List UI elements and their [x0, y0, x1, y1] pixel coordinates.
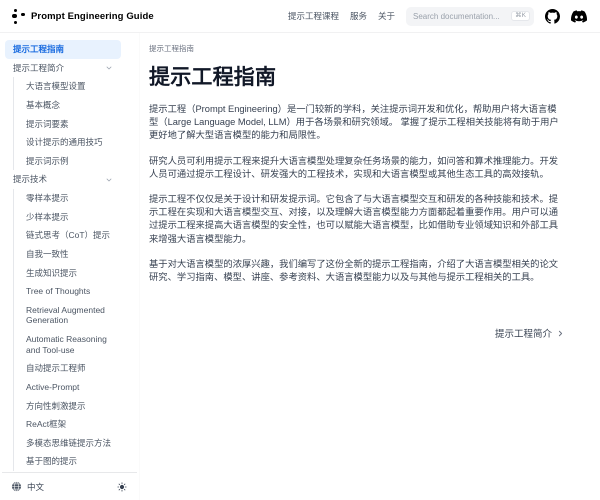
sidebar-item[interactable]: 自我一致性: [18, 245, 121, 264]
app-window: Prompt Engineering Guide 提示工程课程 服务 关于 ⌘K: [0, 0, 600, 500]
sidebar-item[interactable]: 方向性刺激提示: [18, 397, 121, 416]
sidebar-item[interactable]: 生成知识提示: [18, 264, 121, 283]
page-title: 提示工程指南: [149, 61, 565, 91]
sidebar-sublist-techniques: 零样本提示 少样本提示 链式思考（CoT）提示 自我一致性 生成知识提示 Tre…: [13, 189, 121, 471]
next-page-link[interactable]: 提示工程简介: [495, 326, 565, 340]
top-navbar: Prompt Engineering Guide 提示工程课程 服务 关于 ⌘K: [0, 0, 600, 33]
sidebar-folder-techniques[interactable]: 提示技术: [5, 170, 121, 189]
intro-paragraph-3: 提示工程不仅仅是关于设计和研发提示词。它包含了与大语言模型交互和研发的各种技能和…: [149, 193, 565, 246]
sidebar-item[interactable]: 链式思考（CoT）提示: [18, 226, 121, 245]
sidebar-item[interactable]: Automatic Reasoning and Tool-use: [18, 330, 121, 359]
intro-paragraph-1: 提示工程（Prompt Engineering）是一门较新的学科，关注提示词开发…: [149, 103, 565, 143]
sidebar-item[interactable]: ReAct框架: [18, 415, 121, 434]
sidebar-item[interactable]: 基本概念: [18, 96, 121, 115]
sidebar-folder-label: 提示工程简介: [13, 63, 64, 74]
sidebar-sublist-intro: 大语言模型设置 基本概念 提示词要素 设计提示的通用技巧 提示词示例: [13, 77, 121, 170]
sidebar-folder-label: 提示技术: [13, 174, 47, 185]
header-actions: 提示工程课程 服务 关于 ⌘K: [288, 7, 587, 26]
sidebar-item[interactable]: Tree of Thoughts: [18, 282, 121, 301]
nav-link-about[interactable]: 关于: [378, 10, 395, 22]
github-icon[interactable]: [545, 9, 560, 24]
sidebar-item[interactable]: Retrieval Augmented Generation: [18, 301, 121, 330]
intro-paragraph-4: 基于对大语言模型的浓厚兴趣，我们编写了这份全新的提示工程指南，介绍了大语言模型相…: [149, 258, 565, 284]
discord-icon[interactable]: [571, 10, 587, 23]
sidebar: 提示工程指南 提示工程简介 大语言模型设置 基本概念 提示词要素 设计提示的通用…: [0, 33, 140, 500]
logo-dots-icon: [12, 9, 25, 24]
language-switcher[interactable]: 中文: [11, 481, 44, 493]
main-content: 提示工程指南 提示工程指南 提示工程（Prompt Engineering）是一…: [140, 33, 600, 500]
sidebar-item[interactable]: 提示词示例: [18, 152, 121, 171]
breadcrumb: 提示工程指南: [149, 43, 565, 54]
sidebar-item[interactable]: 零样本提示: [18, 189, 121, 208]
sidebar-item[interactable]: 设计提示的通用技巧: [18, 133, 121, 152]
nav-link-services[interactable]: 服务: [350, 10, 367, 22]
sidebar-footer: 中文: [2, 472, 137, 500]
sidebar-item[interactable]: 基于图的提示: [18, 452, 121, 471]
search-shortcut-kbd: ⌘K: [511, 11, 530, 22]
nav-link-course[interactable]: 提示工程课程: [288, 10, 339, 22]
search-box[interactable]: ⌘K: [406, 7, 534, 26]
pagination: 提示工程简介: [149, 326, 565, 340]
chevron-right-icon: [556, 329, 565, 338]
brand-home-link[interactable]: Prompt Engineering Guide: [12, 9, 154, 24]
sidebar-item[interactable]: 大语言模型设置: [18, 77, 121, 96]
sidebar-nav: 提示工程指南 提示工程简介 大语言模型设置 基本概念 提示词要素 设计提示的通用…: [0, 33, 139, 472]
chevron-down-icon: [105, 176, 113, 184]
language-label: 中文: [27, 481, 44, 493]
sidebar-item[interactable]: 多模态思维链提示方法: [18, 434, 121, 453]
next-page-label: 提示工程简介: [495, 326, 552, 340]
search-input[interactable]: [413, 12, 507, 21]
sidebar-folder-intro[interactable]: 提示工程简介: [5, 59, 121, 78]
sidebar-item-guide-active[interactable]: 提示工程指南: [5, 40, 121, 59]
globe-icon: [11, 481, 22, 492]
sidebar-item[interactable]: 少样本提示: [18, 208, 121, 227]
intro-paragraph-2: 研究人员可利用提示工程来提升大语言模型处理复杂任务场景的能力，如问答和算术推理能…: [149, 155, 565, 181]
sidebar-item[interactable]: Active-Prompt: [18, 378, 121, 397]
theme-toggle-sun-icon[interactable]: [117, 482, 127, 492]
brand-title: Prompt Engineering Guide: [31, 11, 154, 22]
sidebar-item[interactable]: 提示词要素: [18, 115, 121, 134]
chevron-down-icon: [105, 64, 113, 72]
sidebar-item[interactable]: 自动提示工程师: [18, 359, 121, 378]
